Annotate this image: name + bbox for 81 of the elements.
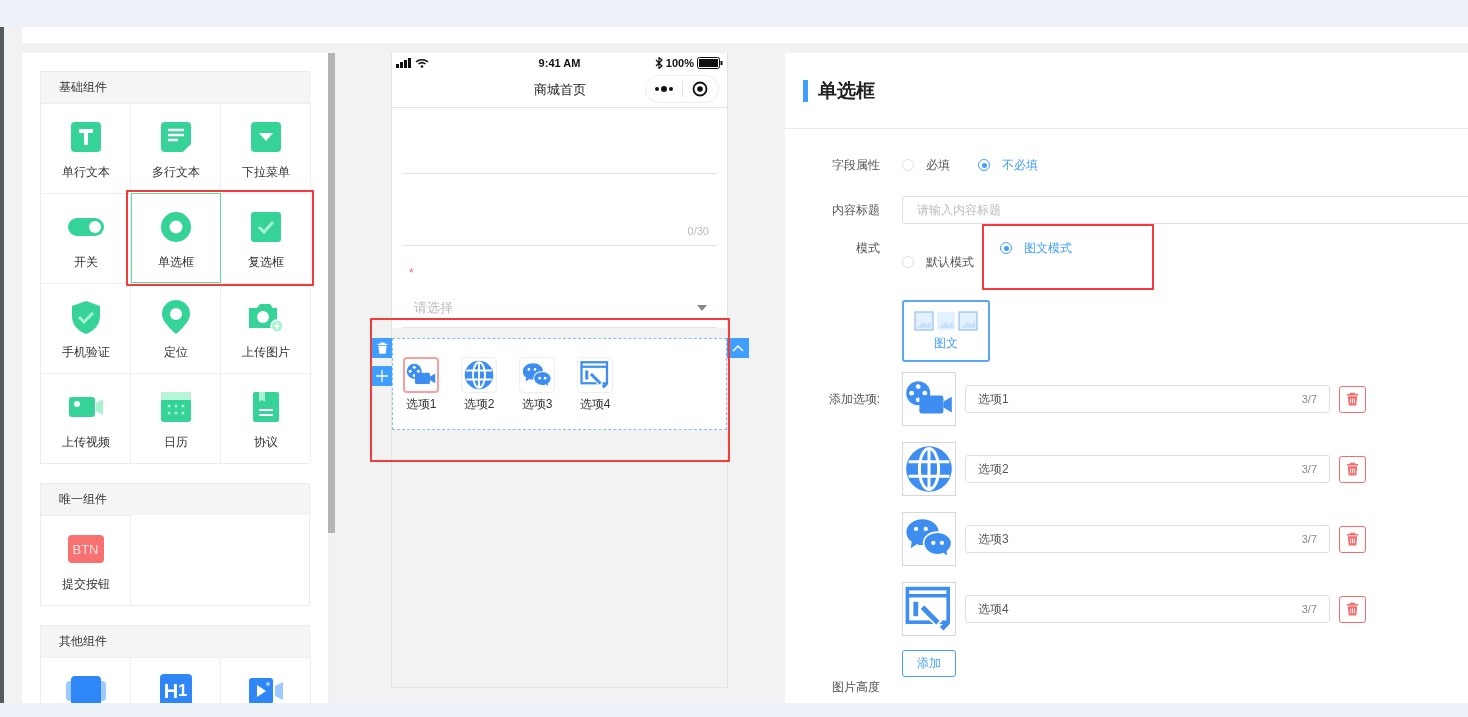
panel-title: 单选框 [818, 78, 875, 103]
text-input[interactable]: 选项3 3/7 [965, 525, 1330, 553]
radio-option[interactable]: 默认模式 [902, 248, 974, 276]
component-tile[interactable]: BTN 提交按钮 [41, 515, 131, 605]
add-button[interactable] [372, 366, 392, 386]
component-tile[interactable]: 上传图片 [221, 283, 311, 373]
checkbox-icon [249, 211, 282, 243]
battery-icon [697, 57, 723, 69]
signal-icon [396, 58, 412, 68]
group-title: 其他组件 [41, 626, 309, 657]
dropdown-icon [249, 121, 282, 153]
movie-camera-icon [406, 363, 436, 387]
trash-icon [1345, 531, 1360, 547]
component-tile[interactable]: 手机验证 [41, 283, 131, 373]
toggle-icon [67, 217, 104, 237]
field-label: 添加选项: [827, 391, 880, 408]
title-accent-bar [803, 79, 808, 102]
component-tile[interactable]: 下拉菜单 [221, 103, 311, 193]
video-camera-icon [67, 395, 104, 419]
text-input[interactable]: 选项4 3/7 [965, 595, 1330, 623]
component-tile[interactable]: 单选框 [131, 193, 221, 283]
document-icon [159, 121, 192, 153]
required-mark: * [409, 266, 414, 280]
shield-icon [69, 300, 102, 334]
field-label: 图片高度 [831, 679, 880, 695]
field-label: 模式 [855, 240, 880, 257]
delete-button[interactable] [1339, 595, 1366, 623]
page-title: 商城首页 [533, 81, 586, 99]
carousel-icon [65, 675, 106, 703]
component-tile[interactable]: 单行文本 [41, 103, 131, 193]
battery-percentage: 100% [665, 57, 694, 69]
group-title: 唯一组件 [41, 484, 309, 515]
delete-button[interactable] [1339, 525, 1366, 553]
text-input[interactable]: 选项2 3/7 [965, 455, 1330, 483]
component-tile[interactable]: 复选框 [221, 193, 311, 283]
radio-icon [159, 211, 192, 243]
browser-pen-icon [580, 360, 610, 390]
status-time: 9:41 AM [538, 57, 581, 69]
component-tile[interactable]: 定位 [131, 283, 221, 373]
calendar-icon [159, 391, 192, 423]
caret-down-icon [697, 305, 707, 311]
component-tile[interactable]: 多行文本 [131, 103, 221, 193]
target-icon [692, 81, 709, 97]
group-title: 基础组件 [41, 72, 309, 103]
wifi-icon [415, 58, 429, 68]
button-badge-icon: BTN [67, 535, 104, 563]
component-tile[interactable]: 协议 [221, 373, 311, 463]
browser-pen-icon [905, 585, 953, 633]
globe-icon [905, 445, 953, 493]
trash-icon [1345, 601, 1360, 617]
trash-icon [1345, 391, 1360, 407]
trash-icon [1345, 461, 1360, 477]
image-placeholders-drawing [914, 310, 978, 331]
more-icon [653, 86, 674, 92]
field-label: 内容标题 [831, 202, 880, 219]
video-player-icon [247, 677, 284, 703]
option-image[interactable] [902, 372, 956, 426]
globe-icon [464, 360, 494, 390]
location-pin-icon [160, 299, 191, 335]
chat-bubbles-icon [522, 361, 552, 389]
component-tile[interactable]: 开关 [41, 193, 131, 283]
delete-button[interactable] [372, 338, 392, 358]
trash-icon [375, 341, 389, 355]
collapse-button[interactable] [727, 338, 749, 358]
delete-button[interactable] [1339, 455, 1366, 483]
plus-icon [376, 370, 388, 382]
field-label: 字段属性 [831, 157, 880, 174]
text-field-icon [69, 121, 102, 153]
option-image[interactable] [902, 512, 956, 566]
scrollbar-thumb[interactable] [328, 53, 335, 533]
book-icon [251, 391, 280, 423]
bluetooth-icon [654, 57, 663, 69]
component-tile[interactable]: 上传视频 [41, 373, 131, 463]
component-tile[interactable]: 日历 [131, 373, 221, 463]
character-counter: 0/30 [687, 225, 709, 237]
radio-option[interactable]: 必填 [902, 151, 950, 179]
text-input[interactable]: 选项1 3/7 [965, 385, 1330, 413]
option-image[interactable] [902, 582, 956, 636]
caret-up-icon [732, 344, 744, 352]
delete-button[interactable] [1339, 385, 1366, 413]
option-image[interactable] [902, 442, 956, 496]
